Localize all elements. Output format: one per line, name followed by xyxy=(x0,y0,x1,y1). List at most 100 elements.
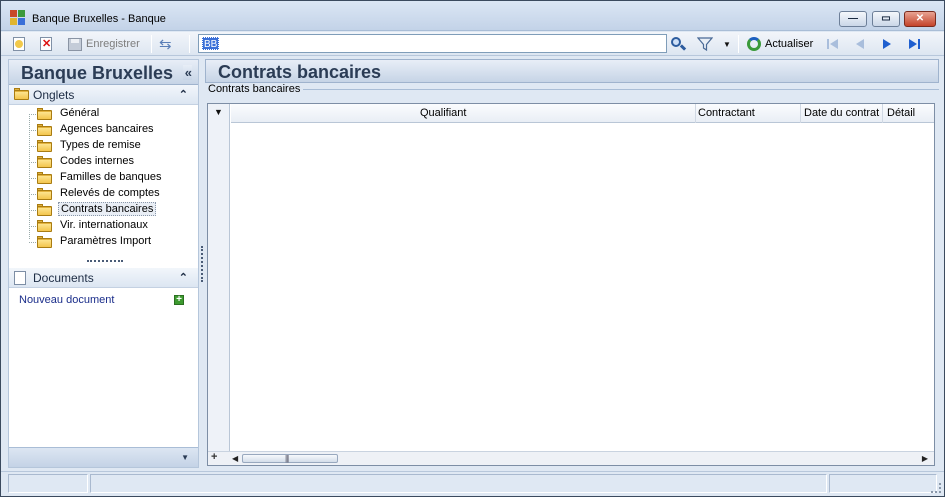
search-button[interactable] xyxy=(670,35,687,53)
new-document-icon xyxy=(11,36,27,52)
minimize-button[interactable]: — xyxy=(839,11,867,27)
folder-icon xyxy=(37,108,52,120)
tree-item-label: Codes internes xyxy=(60,155,134,167)
toolbar-separator xyxy=(189,35,190,53)
folder-icon xyxy=(37,188,52,200)
folder-icon xyxy=(37,220,52,232)
folder-icon xyxy=(37,124,52,136)
tree-item-general[interactable]: Général xyxy=(29,106,197,122)
first-record-button[interactable] xyxy=(825,35,841,53)
save-icon xyxy=(67,36,83,52)
group-label: Contrats bancaires xyxy=(208,83,304,95)
search-value: BB xyxy=(202,37,220,50)
chevron-down-icon[interactable]: ▼ xyxy=(181,453,189,462)
toolbar: ✕ Enregistrer ⇆ BB ▼ Actualiser xyxy=(1,32,944,56)
delete-icon: ✕ xyxy=(40,37,52,51)
column-header-date-du-contrat[interactable]: Date du contrat xyxy=(804,107,879,119)
record-name: Banque Bruxelles xyxy=(21,63,174,83)
row-header-column: ▼ xyxy=(208,104,230,465)
tree-item-label: Contrats bancaires xyxy=(58,202,157,216)
documents-section-header[interactable]: Documents ⌃ xyxy=(9,268,198,288)
refresh-icon xyxy=(746,36,762,52)
close-icon: ✕ xyxy=(915,13,925,24)
minimize-icon: — xyxy=(848,13,858,24)
page-title: Contrats bancaires xyxy=(218,62,382,82)
delete-button[interactable]: ✕ xyxy=(38,35,54,53)
grid-header: Qualifiant Contractant Date du contrat D… xyxy=(231,104,934,123)
column-separator[interactable] xyxy=(882,104,883,123)
open-folder-icon xyxy=(37,204,52,216)
next-record-button[interactable] xyxy=(879,35,895,53)
first-icon xyxy=(825,36,841,52)
navigation-footer: ▼ xyxy=(9,447,198,467)
search-field[interactable]: BB xyxy=(198,34,667,53)
new-button[interactable] xyxy=(11,35,27,53)
tree-item-releves-de-comptes[interactable]: Relevés de comptes xyxy=(29,186,197,202)
column-separator[interactable] xyxy=(800,104,801,123)
tree-item-label: Agences bancaires xyxy=(60,123,154,135)
folder-icon xyxy=(14,88,29,100)
folder-icon xyxy=(37,156,52,168)
search-icon xyxy=(670,36,687,52)
filter-dropdown[interactable]: ▼ xyxy=(723,35,731,53)
app-icon xyxy=(10,10,26,26)
column-header-contractant[interactable]: Contractant xyxy=(698,107,755,119)
tree-item-codes-internes[interactable]: Codes internes xyxy=(29,154,197,170)
tree-item-agences-bancaires[interactable]: Agences bancaires xyxy=(29,122,197,138)
contracts-grid[interactable]: ▼ Qualifiant Contractant Date du contrat… xyxy=(207,103,935,466)
tabs-section-label: Onglets xyxy=(33,88,75,102)
resize-grip[interactable] xyxy=(931,483,941,493)
tree-item-label: Général xyxy=(60,107,100,119)
tree-item-parametres-import[interactable]: Paramètres Import xyxy=(29,234,197,250)
document-icon xyxy=(14,271,26,285)
refresh-label: Actualiser xyxy=(765,38,814,50)
main-header: Contrats bancaires xyxy=(205,59,939,83)
column-separator[interactable] xyxy=(695,104,696,123)
tree-item-types-de-remise[interactable]: Types de remise xyxy=(29,138,197,154)
column-header-detail[interactable]: Détail xyxy=(887,107,915,119)
previous-icon xyxy=(852,36,868,52)
tree-item-vir-internationaux[interactable]: Vir. internationaux xyxy=(29,218,197,234)
group-divider xyxy=(297,89,939,90)
folder-icon xyxy=(37,140,52,152)
sync-icon: ⇆ xyxy=(159,36,172,53)
tree-item-familles-de-banques[interactable]: Familles de banques xyxy=(29,170,197,186)
column-header-qualifiant[interactable]: Qualifiant xyxy=(420,107,466,119)
status-cell xyxy=(8,474,88,493)
scroll-left-icon[interactable]: ◀ xyxy=(232,454,238,463)
new-document-link[interactable]: Nouveau document xyxy=(19,294,114,306)
tree-item-label: Relevés de comptes xyxy=(60,187,160,199)
column-chooser-icon[interactable]: ▼ xyxy=(214,107,223,117)
status-bar xyxy=(1,471,944,496)
last-icon xyxy=(906,36,922,52)
chevron-down-icon: ▼ xyxy=(723,39,731,49)
tree-item-label: Paramètres Import xyxy=(60,235,152,247)
previous-record-button[interactable] xyxy=(852,35,868,53)
tree-item-label: Familles de banques xyxy=(60,171,162,183)
tabs-section-header[interactable]: Onglets ⌃ xyxy=(9,85,198,105)
scroll-thumb[interactable]: ||| xyxy=(242,454,338,463)
last-record-button[interactable] xyxy=(906,35,922,53)
tree-item-label: Types de remise xyxy=(60,139,141,151)
pane-splitter[interactable] xyxy=(201,246,203,282)
collapse-section-icon[interactable]: ⌃ xyxy=(179,271,188,284)
add-row-icon[interactable]: + xyxy=(211,451,217,463)
tree-item-label: Vir. internationaux xyxy=(60,219,148,231)
collapse-section-icon[interactable]: ⌃ xyxy=(179,88,188,101)
navigation-pane: Banque Bruxelles « Onglets ⌃ Général Age… xyxy=(8,59,199,468)
save-button[interactable]: Enregistrer xyxy=(67,35,140,53)
collapse-pane-icon[interactable]: « xyxy=(182,65,192,80)
add-icon[interactable]: + xyxy=(174,295,184,305)
folder-icon xyxy=(37,236,52,248)
tree-item-contrats-bancaires[interactable]: Contrats bancaires xyxy=(29,202,197,218)
maximize-button[interactable]: ▭ xyxy=(872,11,900,27)
section-splitter[interactable] xyxy=(87,260,123,262)
close-button[interactable]: ✕ xyxy=(904,11,936,27)
horizontal-scrollbar[interactable]: + ◀ ||| ▶ xyxy=(208,451,934,465)
refresh-button[interactable]: Actualiser xyxy=(746,35,813,53)
sync-button[interactable]: ⇆ xyxy=(158,35,174,53)
scroll-right-icon[interactable]: ▶ xyxy=(922,454,928,463)
title-bar: Banque Bruxelles - Banque — ▭ ✕ xyxy=(1,1,944,31)
save-label: Enregistrer xyxy=(86,38,140,50)
filter-button[interactable] xyxy=(696,35,714,53)
